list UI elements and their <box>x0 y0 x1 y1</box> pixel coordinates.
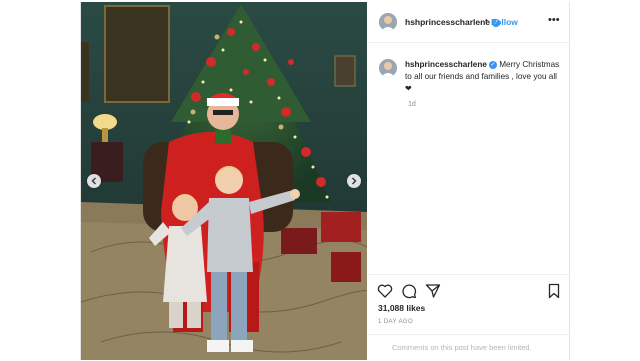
comment-bubble-icon <box>402 284 417 299</box>
username[interactable]: hshprincesscharlene <box>405 17 490 27</box>
next-photo-button[interactable] <box>347 174 361 188</box>
post-date[interactable]: 1 DAY AGO <box>378 319 413 325</box>
page-background: hshprincesscharlene ✓ • Follow ••• hshpri… <box>0 0 640 360</box>
post-photo[interactable] <box>81 2 367 360</box>
caption-username[interactable]: hshprincesscharlene <box>405 60 487 69</box>
avatar[interactable] <box>379 59 397 77</box>
likes-count[interactable]: 31,088 likes <box>378 303 425 313</box>
caption-text-block: hshprincesscharlene ✓ Merry Christmas to … <box>405 59 560 95</box>
heart-icon <box>377 284 393 298</box>
more-options-icon[interactable]: ••• <box>548 14 560 26</box>
instagram-post-embed: hshprincesscharlene ✓ • Follow ••• hshpri… <box>80 2 570 360</box>
action-icons-row <box>377 283 441 299</box>
profile-picture <box>379 13 397 31</box>
christmas-family-photo <box>81 2 367 360</box>
previous-photo-button[interactable] <box>87 174 101 188</box>
share-button[interactable] <box>425 283 441 299</box>
post-header: hshprincesscharlene ✓ • Follow ••• <box>368 2 569 43</box>
chevron-left-icon <box>91 177 96 185</box>
comment-button[interactable] <box>401 283 417 299</box>
comments-limited-text: Comments on this post have been limited. <box>392 343 532 352</box>
avatar[interactable] <box>379 13 397 31</box>
like-button[interactable] <box>377 283 393 299</box>
caption-timestamp[interactable]: 1d <box>408 101 416 108</box>
profile-picture <box>379 59 397 77</box>
save-button[interactable] <box>546 283 562 299</box>
post-side-panel: hshprincesscharlene ✓ • Follow ••• hshpri… <box>368 2 569 360</box>
post-actions: 31,088 likes 1 DAY AGO <box>368 274 569 335</box>
separator-dot: • <box>485 16 488 25</box>
bookmark-icon <box>548 283 560 299</box>
chevron-right-icon <box>352 177 357 185</box>
follow-button[interactable]: Follow <box>491 17 518 27</box>
paper-plane-icon <box>425 284 441 298</box>
verified-badge-icon: ✓ <box>488 60 497 69</box>
comments-limited-notice: Comments on this post have been limited. <box>368 334 569 361</box>
